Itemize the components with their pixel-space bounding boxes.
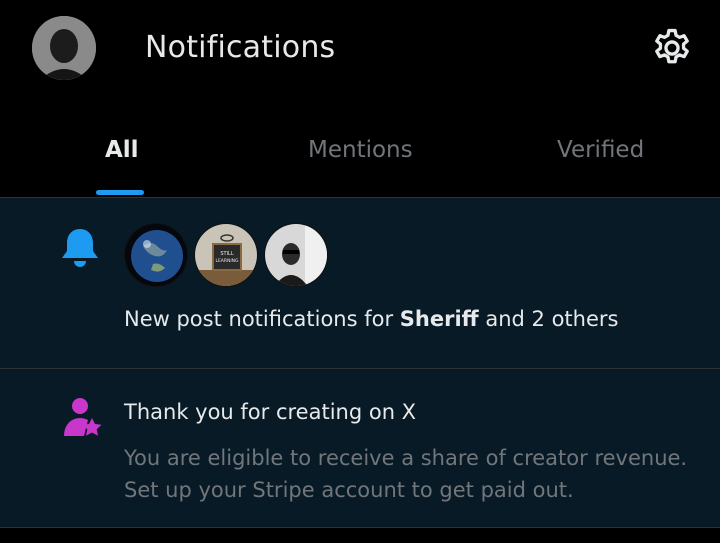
body-line: Set up your Stripe account to get paid o… bbox=[124, 478, 574, 502]
account-name: Sheriff bbox=[399, 307, 479, 331]
avatar[interactable] bbox=[32, 16, 96, 80]
gear-icon[interactable] bbox=[650, 26, 694, 70]
still-learning-avatar[interactable]: STILL LEARNING bbox=[194, 223, 258, 287]
body-line: You are eligible to receive a share of c… bbox=[124, 446, 688, 470]
still-learning-text: STILL bbox=[220, 251, 233, 257]
notification-body: You are eligible to receive a share of c… bbox=[124, 442, 714, 506]
notification-tabs: All Mentions Verified bbox=[0, 97, 720, 198]
tab-mentions[interactable]: Mentions bbox=[308, 137, 413, 163]
creator-star-icon bbox=[60, 396, 104, 444]
learning-text: LEARNING bbox=[215, 258, 239, 264]
bell-icon bbox=[60, 226, 100, 272]
top-bar: Notifications bbox=[0, 0, 720, 97]
list-item[interactable] bbox=[0, 198, 720, 369]
page-title: Notifications bbox=[145, 30, 336, 65]
notification-title: Thank you for creating on X bbox=[124, 400, 417, 424]
tab-verified[interactable]: Verified bbox=[557, 137, 644, 163]
active-tab-indicator bbox=[96, 190, 144, 195]
person-avatar[interactable] bbox=[264, 223, 328, 287]
earth-avatar[interactable] bbox=[124, 223, 188, 287]
notification-text: New post notifications for Sheriff and 2… bbox=[124, 307, 619, 331]
tab-all[interactable]: All bbox=[105, 137, 139, 163]
